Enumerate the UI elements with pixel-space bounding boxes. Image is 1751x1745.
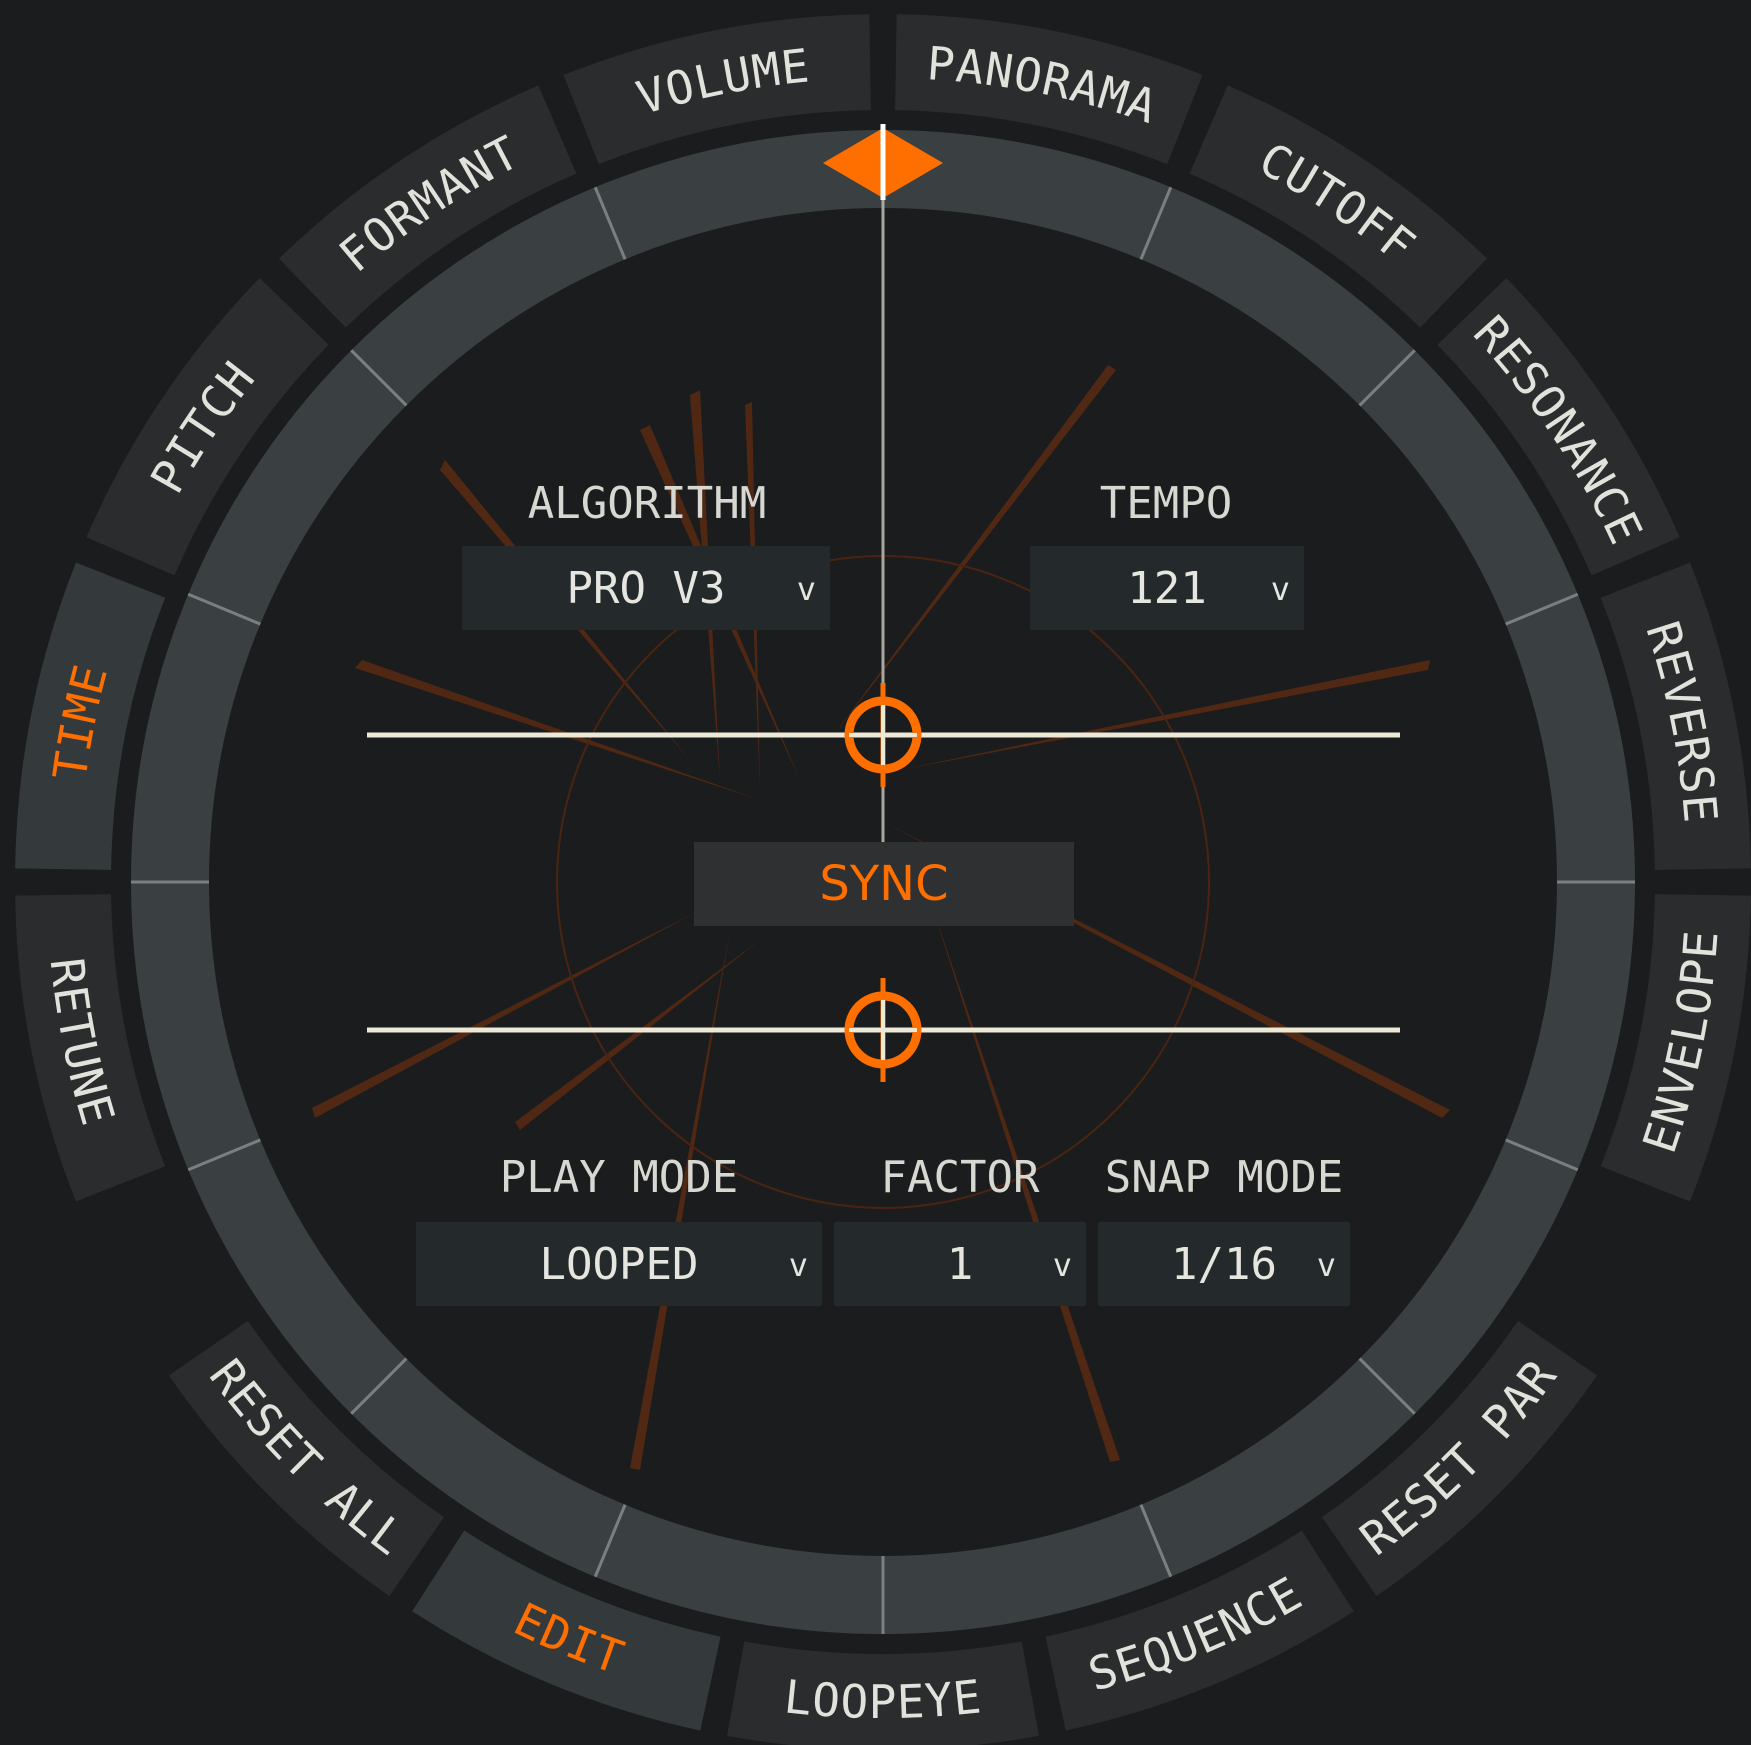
factor-value: 1 [946, 1238, 974, 1290]
play-mode-label: PLAY MODE [499, 1152, 739, 1203]
factor-label: FACTOR [880, 1152, 1040, 1203]
chevron-down-icon: v [796, 569, 816, 608]
play-mode-dropdown[interactable]: LOOPED v [416, 1222, 822, 1306]
chevron-down-icon: v [1316, 1245, 1336, 1284]
play-mode-value: LOOPED [539, 1238, 699, 1290]
snap-mode-value: 1/16 [1171, 1238, 1277, 1290]
tempo-dropdown[interactable]: 121 v [1030, 546, 1304, 630]
algorithm-label: ALGORITHM [527, 478, 767, 529]
snap-mode-dropdown[interactable]: 1/16 v [1098, 1222, 1350, 1306]
snap-mode-label: SNAP MODE [1104, 1152, 1344, 1203]
chevron-down-icon: v [788, 1245, 808, 1284]
segment-loopeye[interactable]: LOOPEYE [727, 1641, 1039, 1745]
algorithm-dropdown[interactable]: PRO V3 v [462, 546, 830, 630]
loopeye-panel: VOLUME PANORAMA CUTOFF RESONANCE REVERSE ENVE… [0, 0, 1751, 1745]
chevron-down-icon: v [1052, 1245, 1072, 1284]
tempo-value: 121 [1127, 562, 1207, 614]
algorithm-value: PRO V3 [566, 562, 726, 614]
upper-crosshair-icon[interactable] [844, 683, 922, 787]
tempo-label: TEMPO [1099, 478, 1233, 529]
lower-crosshair-icon[interactable] [844, 978, 922, 1082]
factor-dropdown[interactable]: 1 v [834, 1222, 1086, 1306]
segment-label: LOOPEYE [782, 1669, 985, 1729]
sync-button[interactable]: SYNC [694, 842, 1074, 926]
chevron-down-icon: v [1270, 569, 1290, 608]
